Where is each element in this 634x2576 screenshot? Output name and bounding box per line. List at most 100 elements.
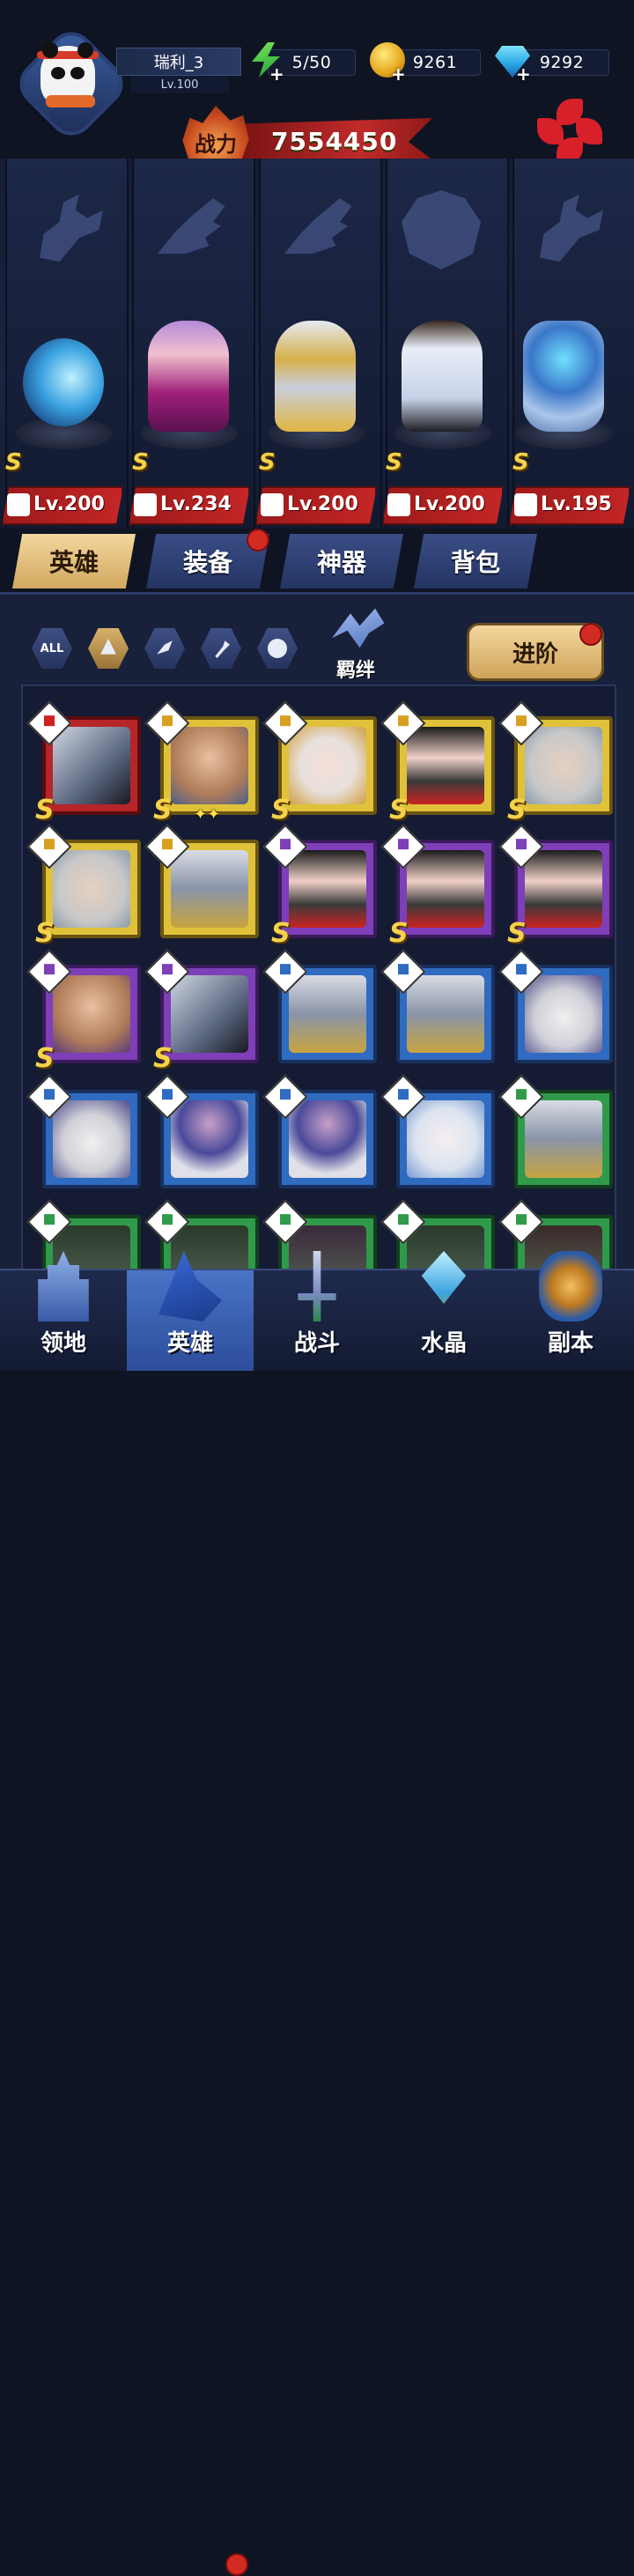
- hero-slot-5[interactable]: [507, 317, 618, 449]
- tab-bag[interactable]: 背包: [414, 534, 537, 588]
- filter-wrench[interactable]: [201, 628, 241, 669]
- filter-all[interactable]: ALL: [32, 628, 72, 669]
- hero-level-tag: Lv.195: [509, 486, 630, 525]
- hero-level-tag: Lv.200: [382, 486, 504, 525]
- hero-portrait: [53, 727, 130, 804]
- filter-beast[interactable]: [257, 628, 298, 669]
- filter-wing[interactable]: [144, 628, 185, 669]
- hero-portrait: [53, 850, 130, 928]
- hero-portrait: [525, 1100, 602, 1178]
- plus-icon[interactable]: +: [391, 63, 406, 85]
- hero-card[interactable]: S: [26, 824, 141, 949]
- nav-battle[interactable]: 战斗: [254, 1251, 380, 1371]
- section-tabs: 英雄 装备 神器 背包: [0, 529, 634, 592]
- hero-card[interactable]: [262, 1074, 377, 1188]
- s-grade-badge: S: [35, 918, 55, 949]
- hero-portrait: [289, 850, 366, 928]
- hero-portrait: [525, 975, 602, 1053]
- s-grade-badge: S: [259, 449, 276, 476]
- wing-icon: [261, 493, 284, 516]
- notification-dot: [579, 623, 602, 646]
- s-grade-badge: S: [271, 918, 291, 949]
- clover-menu-icon[interactable]: [535, 99, 606, 166]
- s-grade-badge: S: [153, 795, 173, 825]
- beast-icon: [268, 639, 287, 658]
- s-grade-badge: S: [271, 795, 291, 825]
- hero-card[interactable]: [144, 824, 259, 938]
- bottom-nav: 领地 英雄 战斗 水晶 副本: [0, 1251, 634, 2576]
- hero-card[interactable]: S: [380, 824, 495, 949]
- s-grade-badge: S: [35, 1043, 55, 1074]
- notification-dot: [247, 529, 269, 551]
- power-label: 战力: [195, 132, 237, 157]
- hero-card[interactable]: S: [144, 949, 259, 1074]
- hero-card[interactable]: [262, 949, 377, 1063]
- hero-card[interactable]: S: [380, 700, 495, 825]
- energy-counter[interactable]: + 5/50: [248, 42, 356, 85]
- tab-hero[interactable]: 英雄: [12, 534, 136, 588]
- bond-button[interactable]: 羁绊: [313, 603, 398, 683]
- hero-card[interactable]: [498, 949, 613, 1063]
- notification-dot: [225, 2553, 248, 2576]
- s-grade-badge: S: [132, 449, 149, 476]
- hero-card[interactable]: S: [498, 700, 613, 825]
- hero-portrait: [407, 1100, 484, 1178]
- s-grade-badge: S: [153, 1043, 173, 1074]
- tab-artifact[interactable]: 神器: [280, 534, 403, 588]
- hero-portrait: [171, 975, 248, 1053]
- s-grade-badge: S: [5, 449, 22, 476]
- wing-icon: [134, 493, 157, 516]
- hero-portrait: [525, 727, 602, 804]
- hero-portrait: [53, 975, 130, 1053]
- wrench-icon: [7, 493, 30, 516]
- hero-card[interactable]: S: [498, 824, 613, 949]
- player-avatar[interactable]: [10, 22, 133, 145]
- hero-level-tag: Lv.234: [129, 486, 250, 525]
- gold-counter[interactable]: + 9261: [370, 42, 481, 85]
- wrench-icon: [215, 640, 230, 658]
- top-hud: 瑞利_3 Lv.100 + 5/50 + 9261 + 9292: [0, 0, 634, 145]
- hero-portrait: [407, 850, 484, 928]
- nav-crystal[interactable]: 水晶: [380, 1251, 507, 1371]
- portal-icon: [539, 1251, 602, 1321]
- s-grade-badge: S: [512, 449, 529, 476]
- hero-card[interactable]: S: [262, 824, 377, 949]
- star-icon: ✦✦: [194, 805, 221, 824]
- tank-class-icon: [100, 639, 116, 655]
- wrench-icon: [514, 493, 537, 516]
- hero-card[interactable]: [26, 1074, 141, 1188]
- hero-card[interactable]: [380, 949, 495, 1063]
- hero-roster-panel: ALL 羁绊 进阶 S S ✦✦ S S S S S S S S S: [0, 592, 634, 1294]
- hero-card[interactable]: [144, 1074, 259, 1188]
- hero-portrait: [53, 1100, 130, 1178]
- hero-slot-3[interactable]: [259, 317, 370, 449]
- s-grade-badge: S: [507, 795, 527, 825]
- s-grade-badge: S: [389, 795, 409, 825]
- hero-card[interactable]: S: [26, 700, 141, 825]
- nav-dungeon[interactable]: 副本: [507, 1251, 634, 1371]
- s-grade-badge: S: [389, 918, 409, 949]
- hero-level-tag: Lv.200: [2, 486, 123, 525]
- nav-hero[interactable]: 英雄: [127, 1251, 254, 1371]
- bond-icon: [332, 608, 385, 648]
- hero-portrait: [407, 975, 484, 1053]
- hero-portrait: [407, 727, 484, 804]
- hero-level-tag: Lv.200: [255, 486, 377, 525]
- hero-card[interactable]: [498, 1074, 613, 1188]
- hero-slot-2[interactable]: [132, 317, 243, 449]
- s-grade-badge: S: [386, 449, 402, 476]
- gem-counter[interactable]: + 9292: [495, 46, 609, 85]
- hero-card[interactable]: S ✦✦: [144, 700, 259, 825]
- filter-tank[interactable]: [88, 628, 129, 669]
- nav-territory[interactable]: 领地: [0, 1251, 127, 1371]
- plus-icon[interactable]: +: [269, 63, 284, 85]
- hero-card[interactable]: S: [26, 949, 141, 1074]
- hero-portrait: [289, 727, 366, 804]
- hero-slot-4[interactable]: [386, 317, 497, 449]
- plus-icon[interactable]: +: [516, 63, 531, 85]
- beast-icon: [387, 493, 410, 516]
- hero-card[interactable]: [380, 1074, 495, 1188]
- hero-card[interactable]: S: [262, 700, 377, 825]
- hero-slot-1[interactable]: [7, 317, 118, 449]
- player-name: 瑞利_3: [116, 48, 241, 76]
